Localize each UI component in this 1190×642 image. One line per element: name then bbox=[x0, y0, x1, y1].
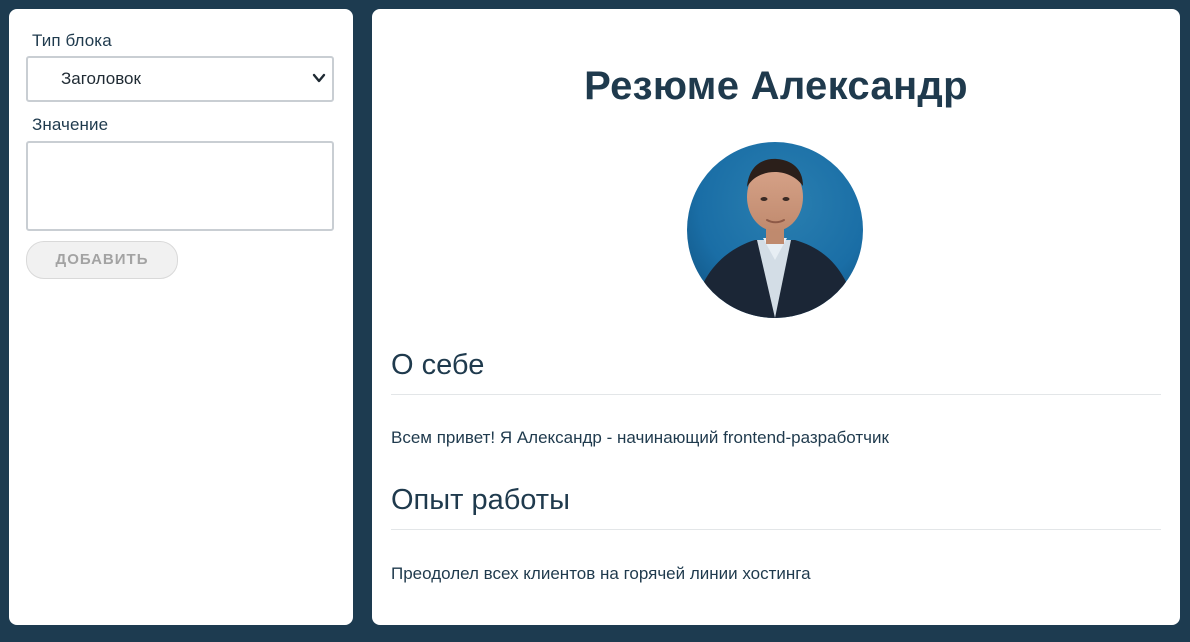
section-text-about: Всем привет! Я Александр - начинающий fr… bbox=[391, 428, 889, 447]
profile-photo bbox=[687, 142, 863, 318]
section-heading-about: О себе bbox=[391, 349, 485, 381]
block-value-label: Значение bbox=[32, 115, 109, 134]
block-editor-panel: Тип блока Заголовок Значение ДОБАВИТЬ bbox=[9, 9, 353, 625]
add-block-button[interactable]: ДОБАВИТЬ bbox=[26, 241, 178, 279]
block-value-textarea[interactable] bbox=[26, 141, 334, 231]
section-divider bbox=[391, 529, 1161, 530]
section-divider bbox=[391, 394, 1161, 395]
section-heading-experience: Опыт работы bbox=[391, 484, 570, 516]
chevron-down-icon bbox=[312, 73, 326, 83]
block-type-select[interactable]: Заголовок bbox=[26, 56, 334, 102]
section-text-experience: Преодолел всех клиентов на горячей линии… bbox=[391, 564, 811, 583]
avatar bbox=[687, 142, 863, 318]
resume-preview-panel: Резюме Александр О себе Всем привет! Я А… bbox=[372, 9, 1180, 625]
block-type-label: Тип блока bbox=[32, 31, 112, 50]
block-type-selected-value: Заголовок bbox=[61, 69, 141, 88]
resume-title: Резюме Александр bbox=[584, 64, 968, 108]
